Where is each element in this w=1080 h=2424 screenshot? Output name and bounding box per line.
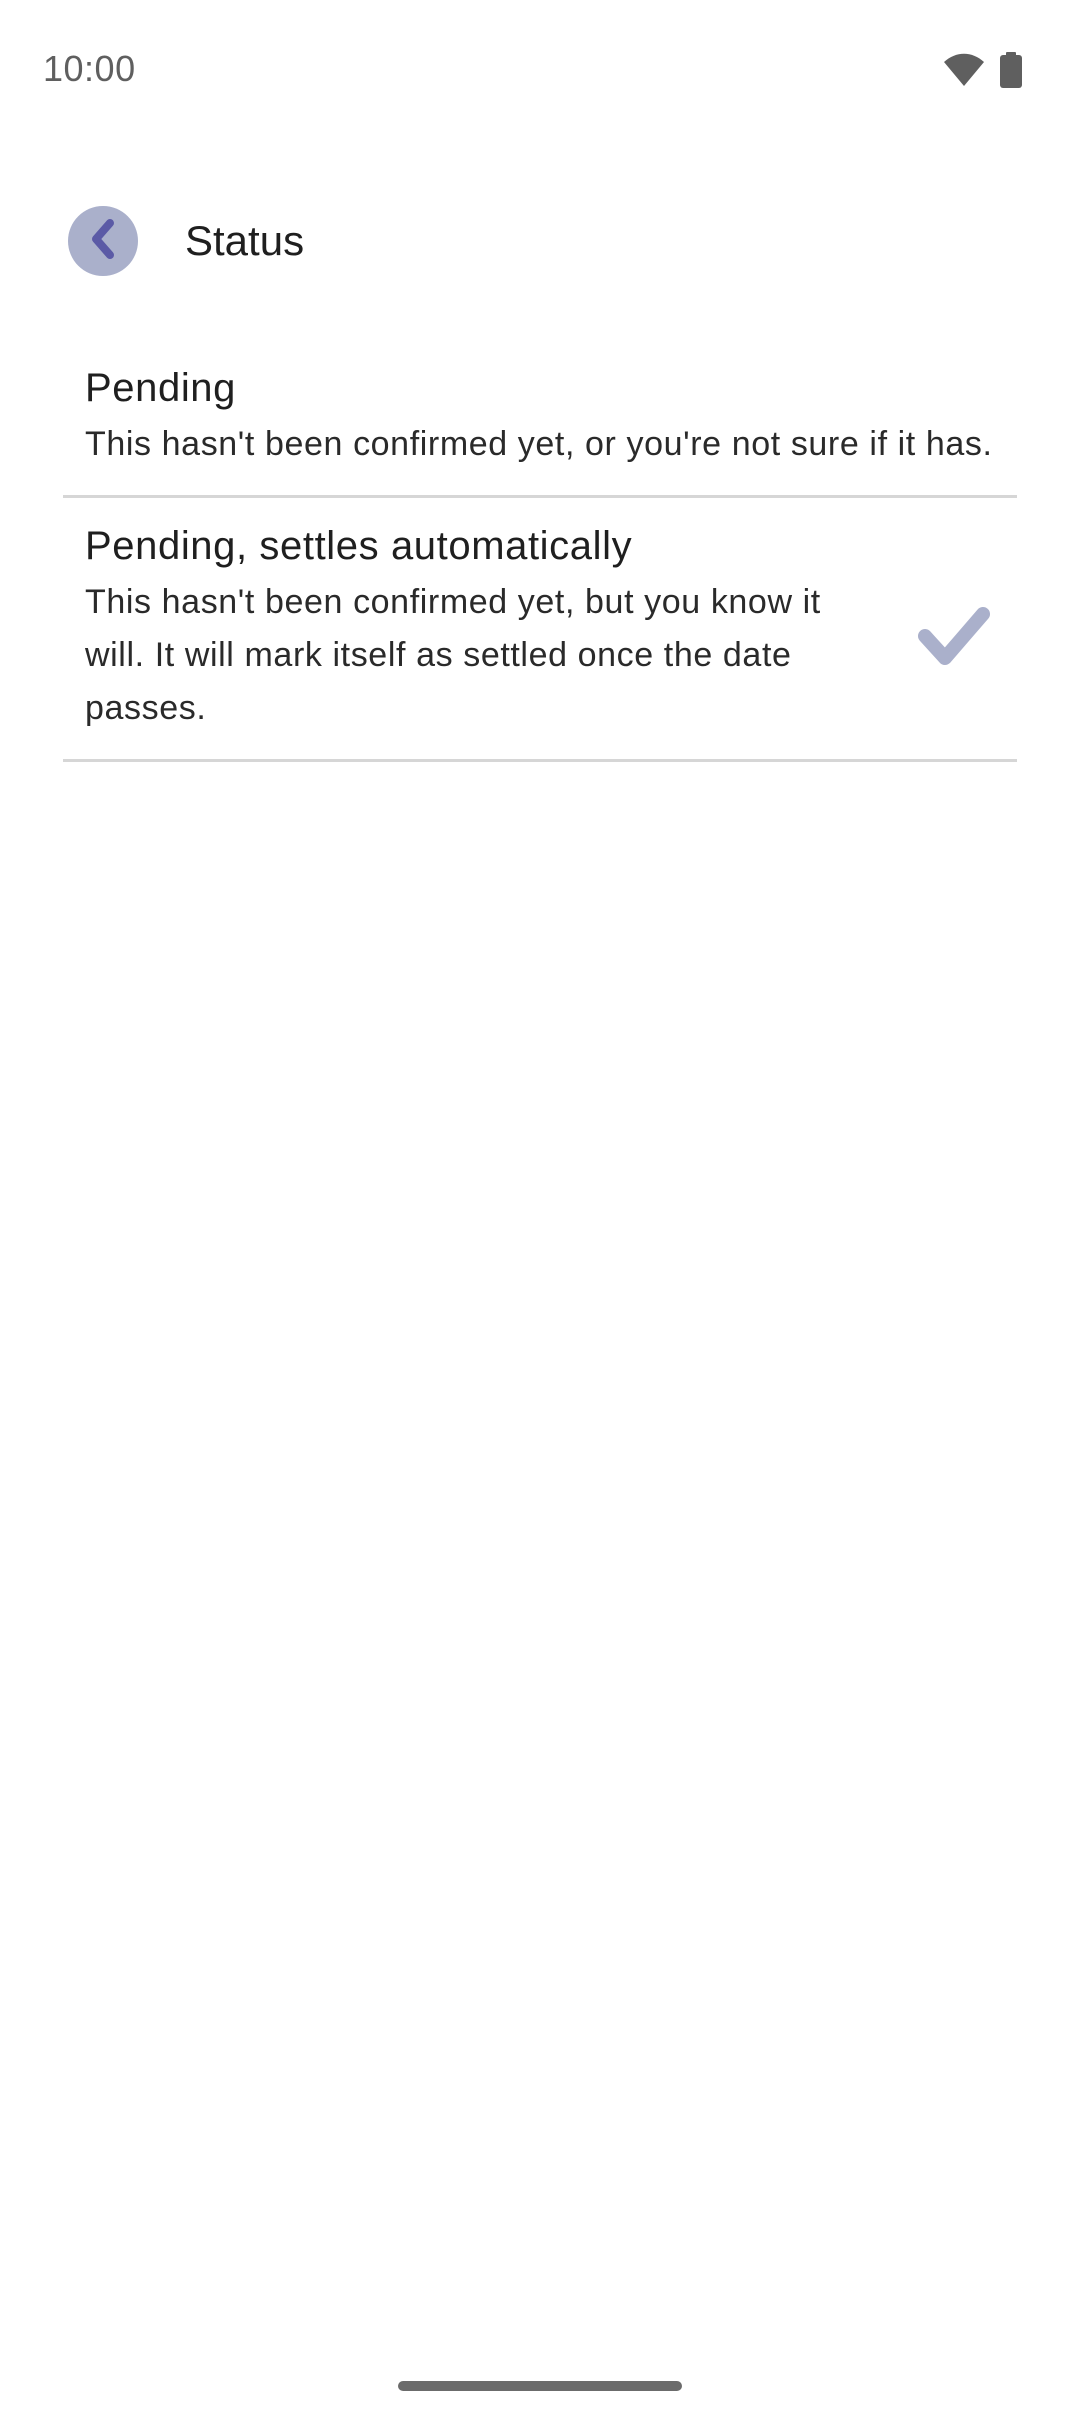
option-title: Pending, settles automatically (85, 524, 633, 568)
chevron-left-icon (86, 218, 120, 264)
app-header: Status (0, 200, 1080, 280)
option-pending[interactable]: Pending This hasn't been confirmed yet, … (63, 340, 1017, 498)
check-icon (917, 606, 991, 668)
page-title: Status (185, 217, 305, 264)
back-button[interactable] (68, 206, 138, 276)
option-pending-settles-automatically[interactable]: Pending, settles automatically This hasn… (63, 498, 1017, 762)
option-title: Pending (85, 366, 236, 410)
wifi-icon (944, 53, 984, 92)
option-description: This hasn't been confirmed yet, or you'r… (85, 425, 993, 463)
gesture-navigation-bar[interactable] (398, 2381, 682, 2391)
status-time: 10:00 (43, 48, 136, 89)
system-status-bar: 10:00 (0, 0, 1080, 140)
battery-icon (1000, 52, 1022, 93)
status-option-list: Pending This hasn't been confirmed yet, … (63, 340, 1017, 762)
option-description: This hasn't been confirmed yet, but you … (85, 583, 821, 727)
status-screen: 10:00 Status Pending This hasn't been co… (0, 0, 1080, 2424)
status-icons (944, 52, 1022, 93)
